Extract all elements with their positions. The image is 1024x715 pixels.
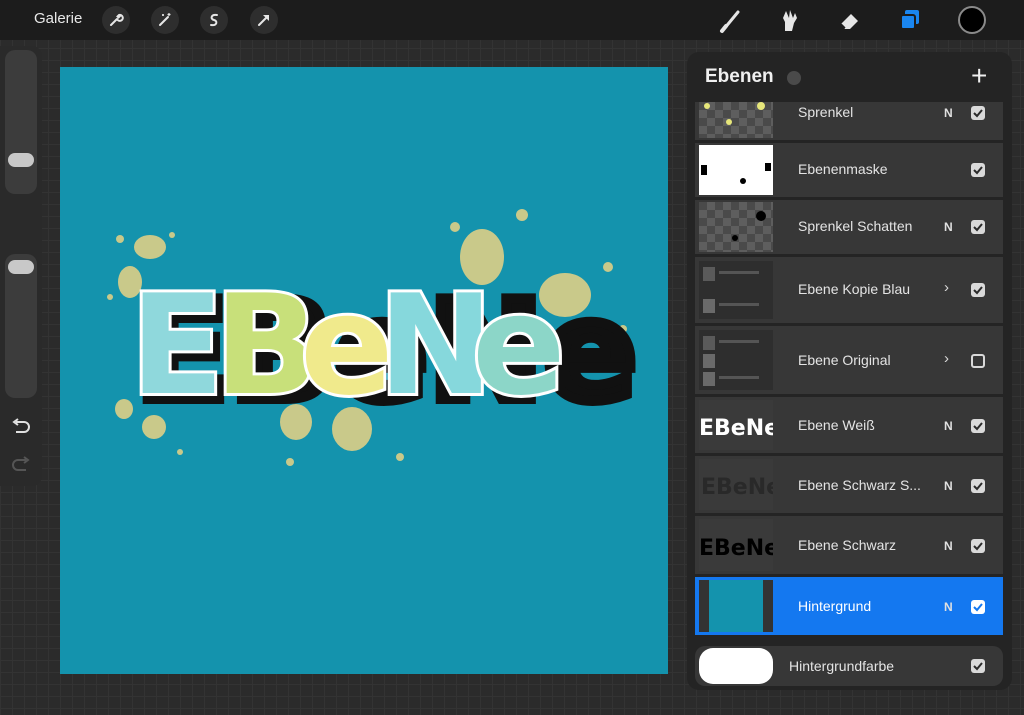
group-expand-chevron-icon[interactable]: › <box>944 279 949 296</box>
blend-mode-button[interactable]: N <box>944 220 953 234</box>
layer-group-ebene-kopie-blau[interactable]: Ebene Kopie Blau › <box>695 257 1003 323</box>
selection-icon[interactable] <box>200 6 228 34</box>
layer-thumbnail <box>699 145 773 195</box>
brush-icon[interactable] <box>718 6 746 34</box>
svg-text:EBeNe: EBeNe <box>699 416 773 441</box>
artwork-letter: e <box>472 265 566 426</box>
layer-group-ebene-original[interactable]: Ebene Original › <box>695 326 1003 394</box>
brush-size-slider[interactable] <box>5 50 37 194</box>
blend-mode-button[interactable]: N <box>944 106 953 120</box>
layer-visibility-checkbox[interactable] <box>971 354 985 368</box>
layer-thumbnail: EBeNe <box>699 459 773 510</box>
opacity-thumb[interactable] <box>8 260 34 274</box>
layer-name: Sprenkel Schatten <box>798 218 913 234</box>
layer-visibility-checkbox[interactable] <box>971 600 985 614</box>
layer-row-ebenenmaske[interactable]: Ebenenmaske <box>695 143 1003 197</box>
layer-visibility-checkbox[interactable] <box>971 283 985 297</box>
layer-visibility-checkbox[interactable] <box>971 419 985 433</box>
layer-row-ebene-schwarz-schatten[interactable]: EBeNe Ebene Schwarz S... N <box>695 456 1003 513</box>
background-color-swatch[interactable] <box>699 648 773 684</box>
opacity-slider[interactable] <box>5 254 37 398</box>
layer-thumbnail <box>699 580 773 632</box>
layer-thumbnail: EBeNe <box>699 519 773 571</box>
svg-text:EBeNe: EBeNe <box>701 475 773 500</box>
layer-thumbnail <box>699 330 773 390</box>
color-picker-button[interactable] <box>958 6 986 34</box>
artwork: EBeNe E B e N e <box>107 209 642 466</box>
layer-thumbnail <box>699 202 773 252</box>
gallery-button[interactable]: Galerie <box>34 10 82 27</box>
redo-icon[interactable] <box>10 456 32 479</box>
layer-name: Ebene Kopie Blau <box>798 281 911 297</box>
plus-icon[interactable]: + <box>971 62 987 90</box>
layer-name: Ebenenmaske <box>798 161 888 177</box>
blend-mode-button[interactable]: N <box>944 539 953 553</box>
layer-visibility-checkbox[interactable] <box>971 220 985 234</box>
layer-thumbnail <box>699 261 773 319</box>
layer-visibility-checkbox[interactable] <box>971 479 985 493</box>
layer-visibility-checkbox[interactable] <box>971 539 985 553</box>
top-toolbar: Galerie <box>0 0 1024 40</box>
layer-row-sprenkel-schatten[interactable]: Sprenkel Schatten N <box>695 200 1003 254</box>
layer-name: Ebene Original <box>798 352 891 368</box>
layer-name: Ebene Weiß <box>798 417 875 433</box>
eraser-icon[interactable] <box>836 6 864 34</box>
wrench-icon[interactable] <box>102 6 130 34</box>
drawing-canvas[interactable]: EBeNe E B e N e <box>60 67 668 674</box>
layer-thumbnail: EBeNe <box>699 400 773 450</box>
layer-thumbnail <box>699 102 773 138</box>
layer-name: Sprenkel <box>798 104 854 120</box>
layer-visibility-checkbox[interactable] <box>971 106 985 120</box>
background-color-layer[interactable]: Hintergrundfarbe <box>695 646 1003 686</box>
layers-icon[interactable] <box>896 6 924 34</box>
left-sidebar <box>0 46 42 486</box>
chevron-down-icon[interactable] <box>787 71 801 85</box>
layer-name: Hintergrundfarbe <box>789 658 895 674</box>
layer-row-ebene-schwarz[interactable]: EBeNe Ebene Schwarz N <box>695 516 1003 574</box>
layer-visibility-checkbox[interactable] <box>971 163 985 177</box>
svg-text:EBeNe: EBeNe <box>699 536 773 561</box>
magic-wand-icon[interactable] <box>151 6 179 34</box>
undo-icon[interactable] <box>10 418 32 441</box>
layer-row-ebene-weiss[interactable]: EBeNe Ebene Weiß N <box>695 397 1003 453</box>
layer-visibility-checkbox[interactable] <box>971 659 985 673</box>
artwork-letter: E <box>130 265 224 426</box>
layer-name: Hintergrund <box>798 598 872 614</box>
blend-mode-button[interactable]: N <box>944 479 953 493</box>
blend-mode-button[interactable]: N <box>944 419 953 433</box>
layer-row-hintergrund[interactable]: Hintergrund N <box>695 577 1003 635</box>
layers-panel-title: Ebenen <box>705 66 774 87</box>
smudge-icon[interactable] <box>776 6 804 34</box>
blend-mode-button[interactable]: N <box>944 600 953 614</box>
layer-row-sprenkel[interactable]: Sprenkel N <box>695 102 1003 140</box>
layer-name: Ebene Schwarz S... <box>798 477 921 493</box>
layer-name: Ebene Schwarz <box>798 537 897 553</box>
transform-arrow-icon[interactable] <box>250 6 278 34</box>
group-expand-chevron-icon[interactable]: › <box>944 350 949 367</box>
brush-size-thumb[interactable] <box>8 153 34 167</box>
layers-panel: Ebenen + Sprenkel N Ebenenmaske Sprenkel… <box>687 52 1012 690</box>
